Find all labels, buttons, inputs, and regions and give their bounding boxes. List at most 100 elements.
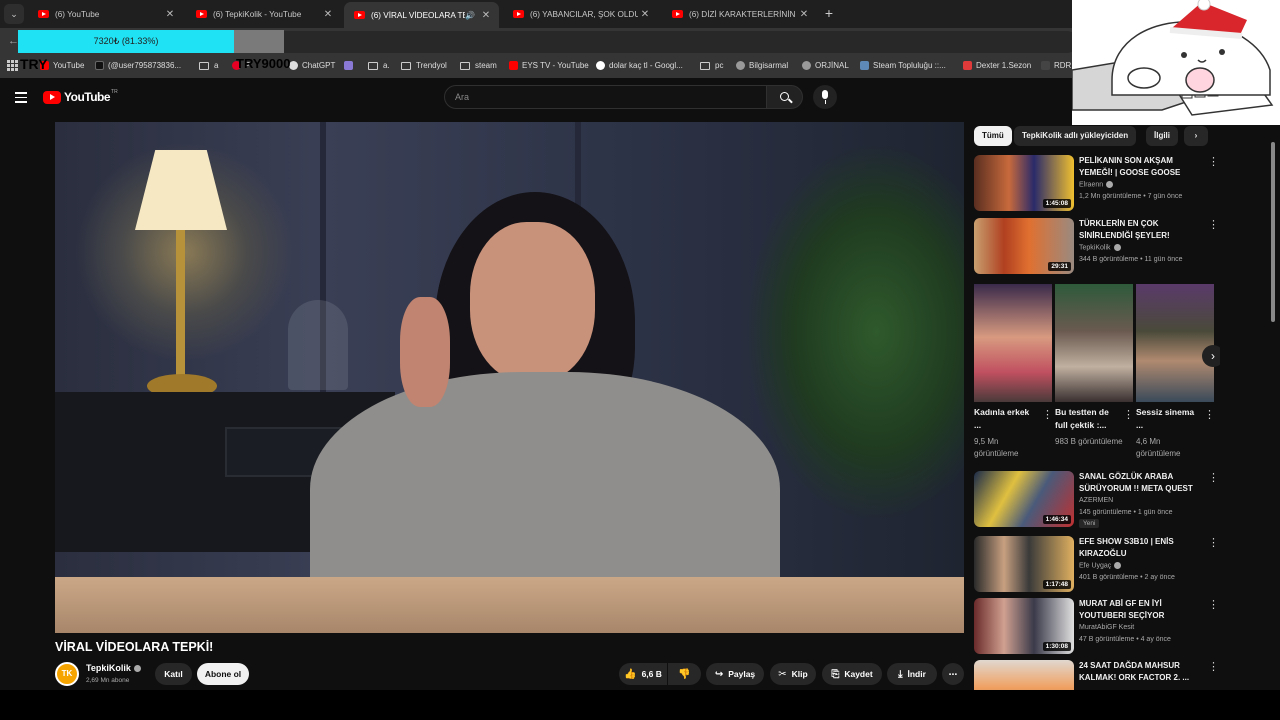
short-thumbnail xyxy=(1055,284,1133,402)
hamburger-menu-icon[interactable] xyxy=(15,92,27,106)
video-player[interactable] xyxy=(55,122,964,633)
close-tab-icon[interactable]: ✕ xyxy=(321,9,335,20)
bookmark-label: pc xyxy=(715,61,724,70)
bookmark-rdr[interactable]: RDR xyxy=(1041,61,1071,70)
chip-related[interactable]: İlgili xyxy=(1146,126,1178,146)
bookmark-label: a. xyxy=(383,61,390,70)
taskbar-strip xyxy=(0,690,1280,720)
tab-search-chevron-icon[interactable]: ⌄ xyxy=(4,4,24,24)
channel-name[interactable]: TepkiKolik xyxy=(86,663,141,673)
short-views: 983 B görüntüleme xyxy=(1055,437,1123,446)
bookmark-folder[interactable]: a. xyxy=(368,61,390,70)
browser-tab[interactable]: (6) YABANCILAR, ŞOK OLDUKLA ✕ xyxy=(503,2,658,26)
bookmark-label: ORJİNAL xyxy=(815,61,849,70)
short-video[interactable]: Sessiz sinema ... 4,6 Mn görüntüleme ⋮ xyxy=(1136,284,1215,460)
share-button[interactable]: ↪ Paylaş xyxy=(706,663,764,685)
bookmark-orjinal[interactable]: ORJİNAL xyxy=(802,61,849,70)
close-tab-icon[interactable]: ✕ xyxy=(479,10,493,21)
kebab-menu-icon[interactable]: ⋮ xyxy=(1208,155,1219,168)
bookmark-eys-tv[interactable]: EYS TV - YouTube xyxy=(509,61,589,70)
channel-avatar[interactable]: TK xyxy=(55,662,79,686)
subscribe-button[interactable]: Abone ol xyxy=(197,663,249,685)
new-tab-icon[interactable]: + xyxy=(820,5,838,21)
bookmark-tiktok[interactable]: (@user795873836... xyxy=(95,61,181,70)
browser-tab[interactable]: (6) YouTube ✕ xyxy=(28,2,183,26)
bookmark-rocket[interactable] xyxy=(344,61,357,70)
short-video[interactable]: Kadınla erkek ... 9,5 Mn görüntüleme ⋮ xyxy=(974,284,1053,460)
scrollbar-thumb[interactable] xyxy=(1271,142,1275,322)
save-button[interactable]: ⎘ Kaydet xyxy=(822,663,882,685)
youtube-logo[interactable]: YouTube TR xyxy=(43,89,118,104)
kebab-menu-icon[interactable]: ⋮ xyxy=(1042,408,1053,421)
channel-name-text: Efe Uygaç xyxy=(1079,562,1112,570)
kebab-menu-icon[interactable]: ⋮ xyxy=(1208,660,1219,673)
clip-button[interactable]: ✂ Klip xyxy=(770,663,816,685)
video-meta: 344 B görüntüleme • 11 gün önce xyxy=(1079,256,1183,263)
browser-tab[interactable]: (6) TepkiKolik - YouTube ✕ xyxy=(186,2,341,26)
close-tab-icon[interactable]: ✕ xyxy=(797,9,811,20)
short-thumbnail xyxy=(1136,284,1214,402)
bookmark-folder-steam[interactable]: steam xyxy=(460,61,497,70)
video-duration: 1:17:48 xyxy=(1042,580,1071,589)
kebab-menu-icon[interactable]: ⋮ xyxy=(1208,598,1219,611)
google-icon xyxy=(596,61,605,70)
search-input[interactable]: Ara xyxy=(444,85,767,109)
bookmark-label: ChatGPT xyxy=(302,61,336,70)
bookmark-label: a xyxy=(214,61,219,70)
more-actions-button[interactable]: ⋯ xyxy=(942,663,964,685)
kebab-menu-icon[interactable]: ⋮ xyxy=(1208,218,1219,231)
globe-icon xyxy=(736,61,745,70)
chip-all[interactable]: Tümü xyxy=(974,126,1012,146)
recommended-video[interactable]: 1:45:08 PELİKANIN SON AKŞAM YEMEĞİ! | GO… xyxy=(974,155,1220,213)
bookmark-chatgpt[interactable]: ChatGPT xyxy=(289,61,335,70)
recommended-video[interactable]: 29:31 TÜRKLERİN EN ÇOK SİNİRLENDİĞİ ŞEYL… xyxy=(974,218,1220,276)
folder-icon xyxy=(368,61,378,70)
dislike-button[interactable]: 👎 xyxy=(668,663,701,685)
download-button[interactable]: ⤓ İndir xyxy=(887,663,937,685)
kebab-menu-icon[interactable]: ⋮ xyxy=(1123,408,1134,421)
subscriber-count: 2,69 Mn abone xyxy=(86,677,130,684)
search-button[interactable] xyxy=(766,85,803,109)
browser-tab-active[interactable]: (6) VİRAL VİDEOLARA TEPK 🔊 ✕ xyxy=(344,2,499,28)
chips-next-icon[interactable]: › xyxy=(1184,126,1208,146)
video-meta: 401 B görüntüleme • 2 ay önce xyxy=(1079,574,1175,581)
bookmark-folder[interactable]: a xyxy=(199,61,218,70)
youtube-icon xyxy=(509,61,518,70)
close-tab-icon[interactable]: ✕ xyxy=(163,9,177,20)
bookmark-steam-community[interactable]: Steam Topluluğu ::... xyxy=(860,61,946,70)
speaker-icon[interactable]: 🔊 xyxy=(465,11,475,20)
channel-name-text: TepkiKolik xyxy=(1079,244,1111,252)
kebab-menu-icon[interactable]: ⋮ xyxy=(1208,471,1219,484)
channel-name: Efe Uygaç xyxy=(1079,562,1122,570)
voice-search-button[interactable] xyxy=(813,85,837,109)
youtube-play-icon xyxy=(43,90,61,104)
bookmark-bilgisarmal[interactable]: Bilgisarmal xyxy=(736,61,788,70)
recommended-video[interactable]: 1:46:34 SANAL GÖZLÜK ARABA SÜRÜYORUM !! … xyxy=(974,471,1220,529)
bookmark-folder-trendyol[interactable]: Trendyol xyxy=(401,61,447,70)
join-button[interactable]: Katıl xyxy=(155,663,192,685)
recommended-video[interactable]: 1:30:08 MURAT ABİ GF EN İYİ YOUTUBERI SE… xyxy=(974,598,1220,656)
steam-icon xyxy=(860,61,869,70)
recommended-video[interactable]: 1:17:48 EFE SHOW S3B10 | ENİS KIRAZOĞLU … xyxy=(974,536,1220,594)
bookmark-folder-pc[interactable]: pc xyxy=(700,61,723,70)
video-thumbnail: 1:45:08 xyxy=(974,155,1074,211)
bookmark-google[interactable]: dolar kaç tl - Googl... xyxy=(596,61,683,70)
shorts-next-icon[interactable]: › xyxy=(1202,345,1220,367)
browser-tab[interactable]: (6) DİZİ KARAKTERLERİNİN FAV ✕ xyxy=(662,2,817,26)
close-tab-icon[interactable]: ✕ xyxy=(638,9,652,20)
channel-name: Elraenn xyxy=(1079,181,1114,188)
bookmark-dexter[interactable]: Dexter 1.Sezon xyxy=(963,61,1031,70)
short-views: 4,6 Mn görüntüleme xyxy=(1136,437,1181,458)
table-surface xyxy=(55,577,964,633)
verified-icon xyxy=(1106,181,1114,188)
kebab-menu-icon[interactable]: ⋮ xyxy=(1204,408,1215,421)
apps-grid-icon[interactable] xyxy=(7,60,18,71)
like-button[interactable]: 👍 6,6 B xyxy=(619,663,667,685)
page-scrollbar[interactable] xyxy=(1268,122,1278,694)
short-video[interactable]: Bu testten de full çektik :... 983 B gör… xyxy=(1055,284,1134,460)
video-title: MURAT ABİ GF EN İYİ YOUTUBERI SEÇİYOR (S… xyxy=(1079,599,1165,620)
goal-start-label: TRY xyxy=(20,56,48,72)
video-duration: 1:46:34 xyxy=(1042,515,1071,524)
kebab-menu-icon[interactable]: ⋮ xyxy=(1208,536,1219,549)
chip-from-uploader[interactable]: TepkiKolik adlı yükleyiciden xyxy=(1014,126,1137,146)
